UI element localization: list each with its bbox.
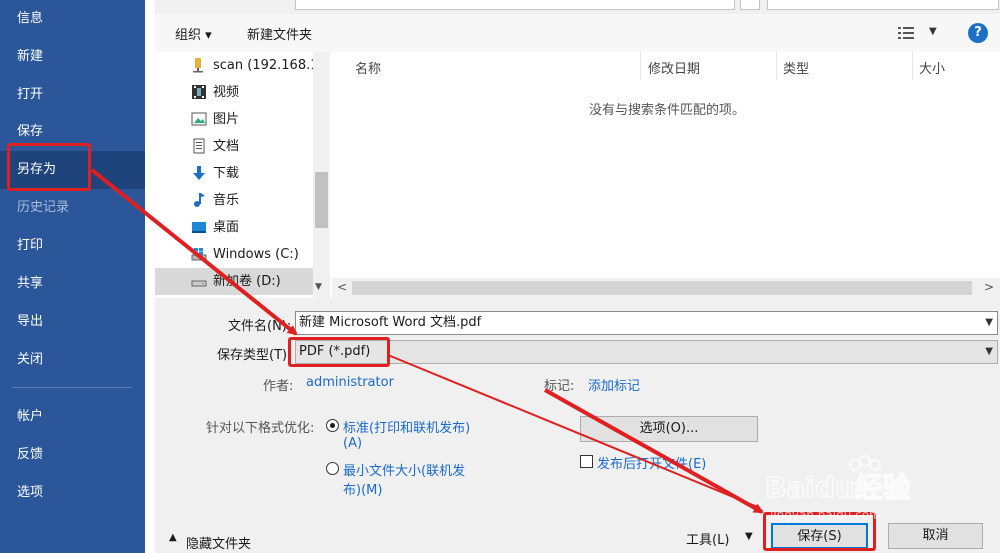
search-box[interactable]: [767, 0, 999, 10]
column-header-name[interactable]: 名称: [355, 58, 381, 77]
download-folder-icon: [193, 166, 205, 180]
tree-item-pictures[interactable]: 图片: [155, 106, 313, 133]
optimize-minimum-label-2[interactable]: 布)(M): [343, 479, 382, 498]
chevron-down-icon[interactable]: ▼: [745, 531, 753, 542]
tree-label: 下载: [213, 166, 240, 181]
cancel-button[interactable]: 取消: [888, 523, 983, 549]
optimize-standard-label[interactable]: 标准(打印和联机发布): [343, 417, 470, 436]
column-header-modified[interactable]: 修改日期: [648, 58, 700, 77]
column-header-type[interactable]: 类型: [783, 58, 809, 77]
tags-label: 标记:: [544, 379, 575, 394]
video-folder-icon: [192, 85, 206, 99]
column-separator: [912, 52, 913, 80]
windows-drive-icon: [191, 248, 207, 261]
empty-list-message: 没有与搜索条件匹配的项。: [589, 103, 746, 118]
nav-divider: [12, 387, 132, 388]
network-folder-icon: [193, 58, 203, 73]
tree-item-documents[interactable]: 文档: [155, 133, 313, 160]
tree-label: 视频: [213, 85, 240, 100]
chevron-down-icon[interactable]: ▼: [929, 26, 937, 37]
nav-item-history: 历史记录: [17, 200, 70, 215]
open-after-publish-checkbox[interactable]: [580, 455, 593, 468]
chevron-down-icon[interactable]: ▼: [985, 341, 993, 363]
nav-item-options[interactable]: 选项: [0, 474, 145, 512]
svg-text:Baidu经验: Baidu经验: [765, 471, 911, 504]
horizontal-scroll-thumb[interactable]: [352, 281, 972, 295]
filename-value: 新建 Microsoft Word 文档.pdf: [299, 315, 482, 330]
tree-label: 音乐: [213, 193, 240, 208]
tree-item-drive-d[interactable]: 新加卷 (D:): [155, 268, 313, 295]
picture-folder-icon: [191, 112, 207, 126]
tree-label: scan (192.168.1: [213, 58, 319, 73]
tree-scroll-thumb[interactable]: [315, 172, 328, 228]
nav-item-close[interactable]: 关闭: [0, 341, 145, 379]
column-separator: [776, 52, 777, 80]
chevron-down-icon[interactable]: ▼: [985, 312, 993, 334]
optimize-label: 针对以下格式优化:: [206, 421, 315, 436]
address-close-button[interactable]: [740, 0, 760, 10]
add-tags-link[interactable]: 添加标记: [588, 375, 640, 394]
author-value[interactable]: administrator: [306, 375, 394, 390]
nav-item-account[interactable]: 帐户: [0, 398, 145, 436]
tree-label: 文档: [213, 139, 240, 154]
filetype-select[interactable]: PDF (*.pdf) ▼: [295, 340, 998, 364]
music-folder-icon: [194, 193, 205, 207]
optimize-minimum-radio[interactable]: [326, 462, 339, 475]
nav-item-info[interactable]: 信息: [0, 0, 145, 38]
dialog-toolbar: 组织 ▾ 新建文件夹 ▼ ?: [155, 14, 1000, 52]
filetype-label: 保存类型(T):: [217, 348, 292, 363]
organize-button[interactable]: 组织 ▾: [175, 24, 212, 43]
open-after-publish-label[interactable]: 发布后打开文件(E): [597, 453, 706, 472]
annotation-box-save-as: [7, 143, 91, 191]
file-list: 名称 修改日期 类型 大小 没有与搜索条件匹配的项。: [332, 52, 1000, 298]
scroll-right-icon[interactable]: >: [984, 280, 994, 294]
chevron-up-icon[interactable]: ▲: [169, 532, 177, 543]
filename-label: 文件名(N):: [228, 319, 292, 334]
optimize-standard-radio[interactable]: [326, 419, 339, 432]
tree-label: 桌面: [213, 220, 240, 235]
scroll-down-icon[interactable]: ▼: [315, 282, 322, 292]
nav-item-print[interactable]: 打印: [0, 227, 145, 265]
help-icon[interactable]: ?: [968, 23, 988, 43]
backstage-nav: 信息 新建 打开 保存 另存为 历史记录 打印 共享 导出 关闭 帐户 反馈 选…: [0, 0, 145, 553]
filename-input[interactable]: 新建 Microsoft Word 文档.pdf ▼: [295, 311, 998, 335]
baidu-jingyan-watermark: Baidu经验 jingyan.baidu.com: [764, 455, 912, 522]
folder-tree: scan (192.168.1 视频 图片 文档 下载 音乐 桌面 Window…: [155, 52, 331, 298]
nav-gap: [145, 0, 155, 553]
scroll-left-icon[interactable]: <: [337, 280, 347, 294]
column-separator: [640, 52, 641, 80]
column-header-size[interactable]: 大小: [919, 58, 945, 77]
svg-text:jingyan.baidu.com: jingyan.baidu.com: [769, 508, 881, 522]
drive-icon: [191, 280, 207, 287]
tree-item-downloads[interactable]: 下载: [155, 160, 313, 187]
options-button[interactable]: 选项(O)...: [580, 416, 758, 442]
hide-folders-button[interactable]: 隐藏文件夹: [186, 533, 251, 552]
document-folder-icon: [193, 138, 205, 154]
view-options-icon[interactable]: [898, 26, 914, 40]
address-bar[interactable]: [295, 0, 735, 10]
optimize-minimum-label[interactable]: 最小文件大小(联机发: [343, 460, 465, 479]
optimize-standard-label-2[interactable]: (A): [343, 436, 362, 451]
tree-item-desktop[interactable]: 桌面: [155, 214, 313, 241]
nav-item-export[interactable]: 导出: [0, 303, 145, 341]
nav-item-new[interactable]: 新建: [0, 38, 145, 76]
nav-item-open[interactable]: 打开: [0, 76, 145, 114]
nav-item-feedback[interactable]: 反馈: [0, 436, 145, 474]
tree-scrollbar[interactable]: ▼: [313, 52, 330, 298]
tools-button[interactable]: 工具(L): [686, 529, 729, 548]
tree-item-windows-c[interactable]: Windows (C:): [155, 241, 313, 268]
tree-label: Windows (C:): [213, 247, 299, 262]
address-bar-strip: [155, 0, 1000, 14]
tree-item-videos[interactable]: 视频: [155, 79, 313, 106]
nav-item-share[interactable]: 共享: [0, 265, 145, 303]
annotation-box-filetype: [288, 337, 390, 367]
desktop-folder-icon: [192, 222, 206, 233]
tree-label: 图片: [213, 112, 240, 127]
author-label: 作者:: [263, 379, 294, 394]
list-horizontal-scrollbar[interactable]: < >: [332, 278, 1000, 298]
tree-item-scan[interactable]: scan (192.168.1: [155, 52, 319, 79]
new-folder-button[interactable]: 新建文件夹: [247, 24, 312, 43]
tree-label: 新加卷 (D:): [213, 274, 281, 289]
tree-item-music[interactable]: 音乐: [155, 187, 313, 214]
